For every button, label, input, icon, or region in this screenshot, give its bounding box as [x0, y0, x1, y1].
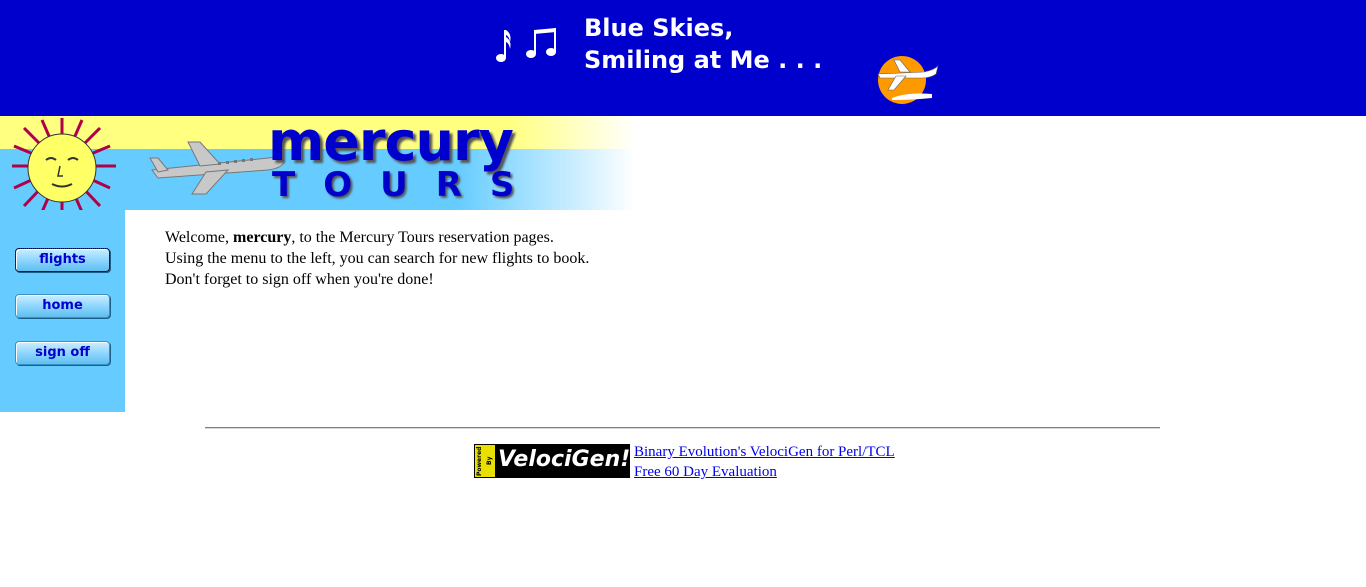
footer-links: Binary Evolution's VelociGen for Perl/TC… — [634, 442, 895, 482]
music-notes-icon — [496, 28, 556, 62]
sunset-airplane-icon — [877, 56, 939, 104]
nav-home-button[interactable]: home — [15, 294, 110, 318]
nav-sign-off-button[interactable]: sign off — [15, 341, 110, 365]
welcome-message: Welcome, mercury, to the Mercury Tours r… — [165, 227, 595, 290]
velocigen-link[interactable]: Binary Evolution's VelociGen for Perl/TC… — [634, 442, 895, 462]
welcome-prefix: Welcome, — [165, 229, 234, 246]
footer-divider — [205, 427, 1160, 429]
velocigen-logo-text: VelociGen! — [498, 447, 631, 472]
banner-tagline: Blue Skies, Smiling at Me . . . — [584, 14, 823, 74]
airplane-icon — [149, 141, 285, 195]
powered-by-label: Powered By — [475, 445, 495, 477]
left-nav: flights home sign off — [0, 210, 125, 412]
velocigen-badge[interactable]: Powered By VelociGen! — [474, 444, 630, 478]
brand-mercury: mercury — [268, 110, 514, 173]
nav-flights-button[interactable]: flights — [15, 248, 110, 272]
brand-tours: TOURS — [272, 165, 543, 205]
sun-face-icon — [12, 118, 116, 214]
top-banner: Blue Skies, Smiling at Me . . . — [0, 0, 1366, 116]
free-evaluation-link[interactable]: Free 60 Day Evaluation — [634, 462, 895, 482]
welcome-username: mercury — [233, 229, 292, 246]
